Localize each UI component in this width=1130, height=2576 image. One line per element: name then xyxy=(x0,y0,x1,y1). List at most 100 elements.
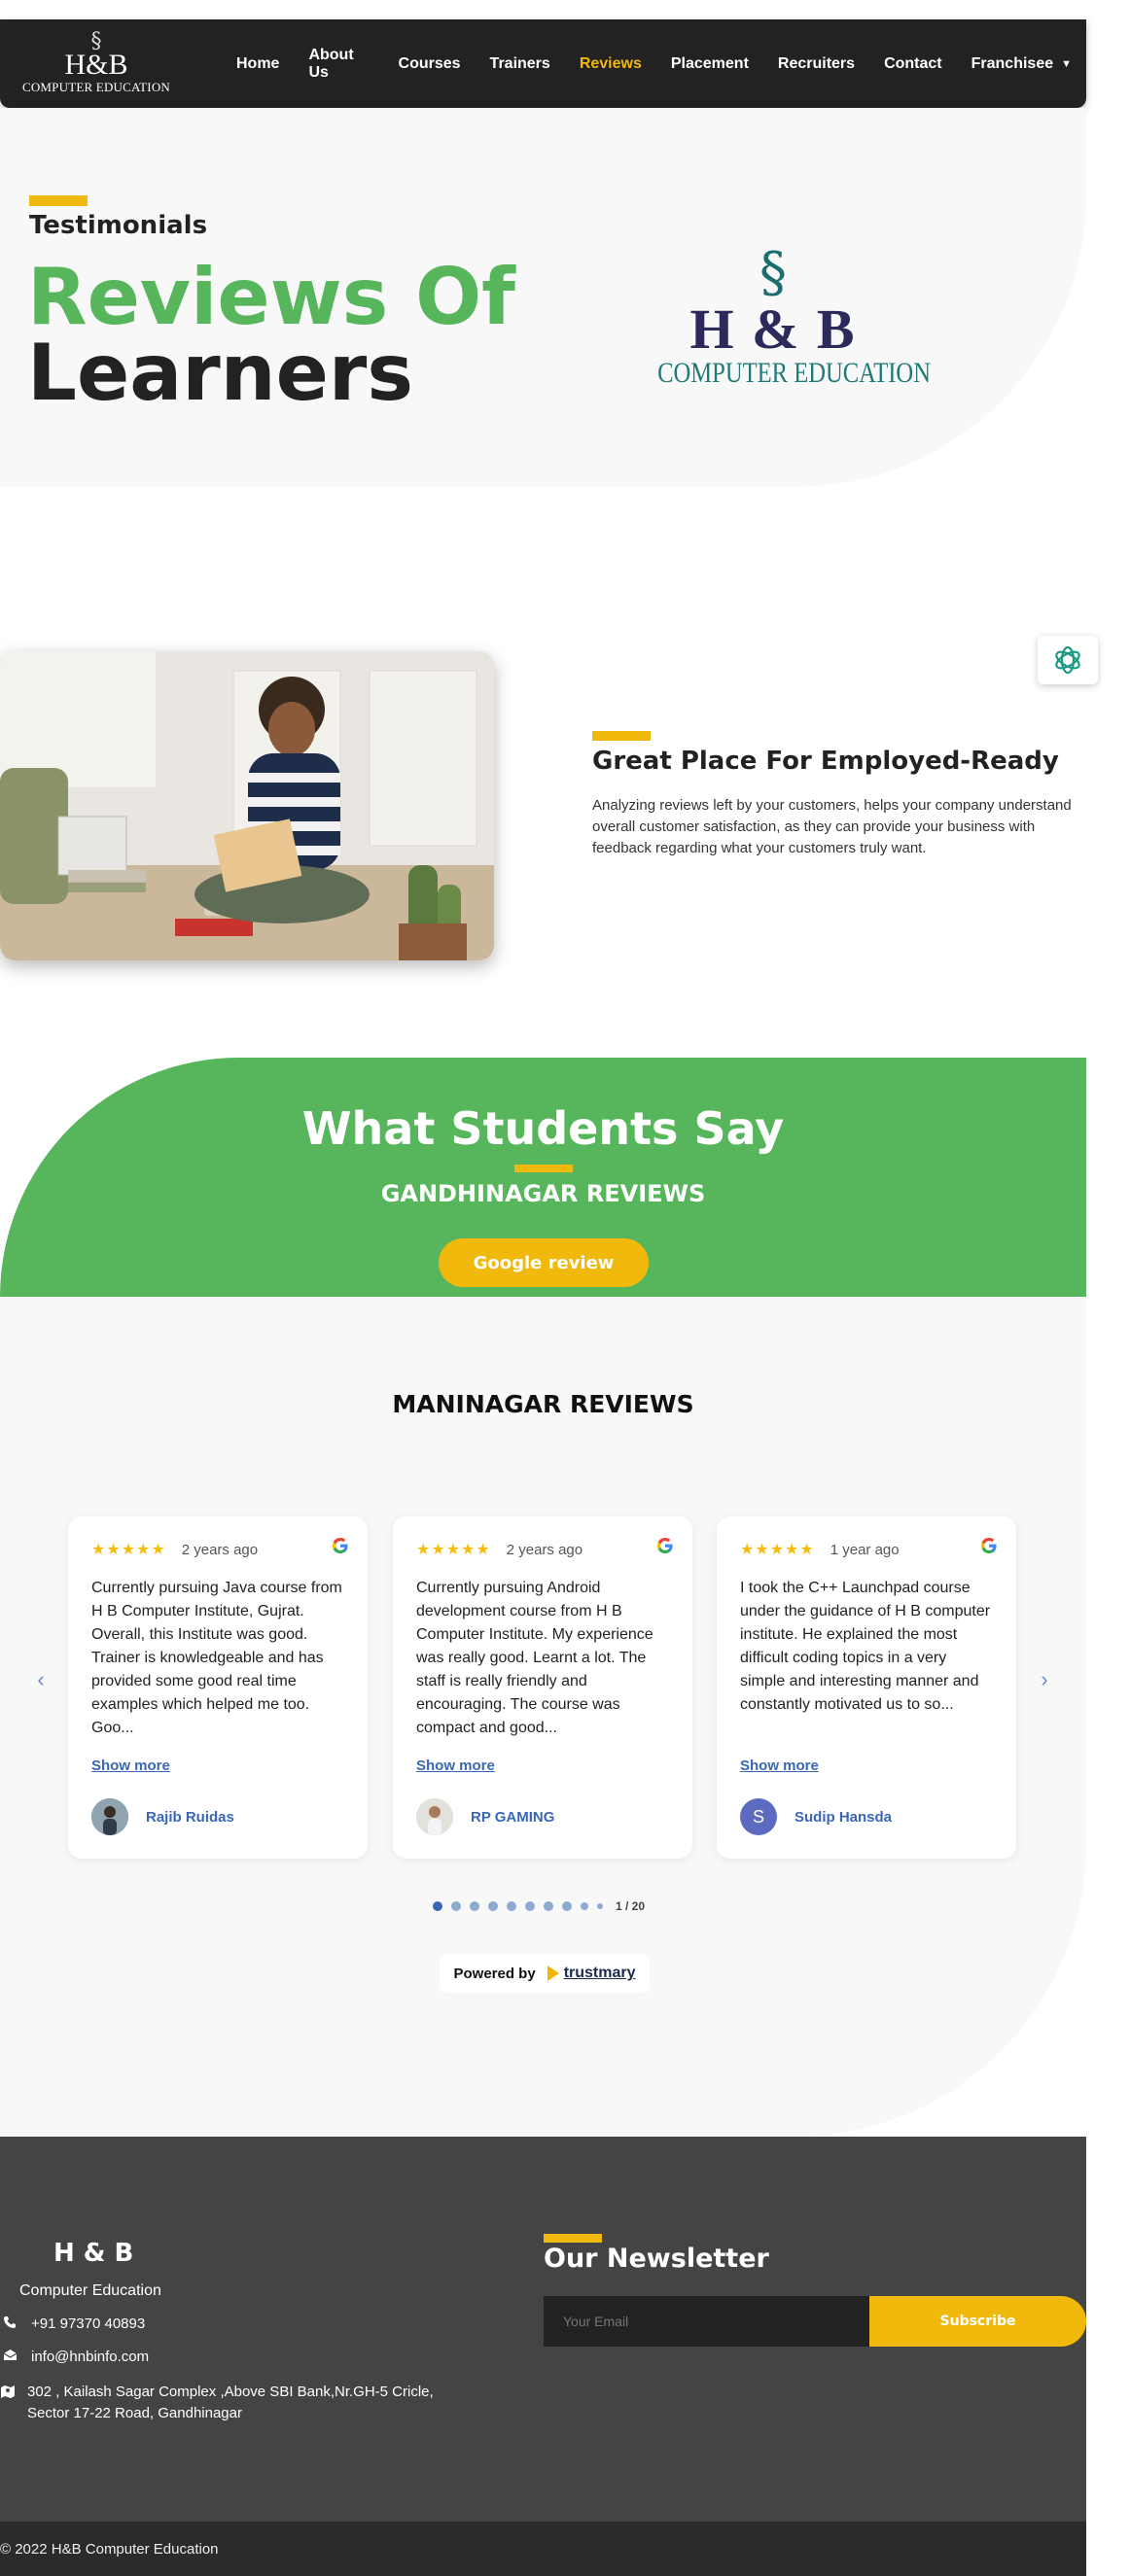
review-text: I took the C++ Launchpad course under th… xyxy=(740,1580,991,1713)
avatar xyxy=(416,1798,453,1835)
avatar-photo-icon xyxy=(416,1798,453,1835)
newsletter-email-input[interactable] xyxy=(544,2296,870,2347)
hero-logo-brand: H & B xyxy=(689,297,857,361)
nav-franchisee-label: Franchisee xyxy=(971,54,1054,72)
show-more-link[interactable]: Show more xyxy=(740,1758,819,1774)
logo-swirl-icon: § xyxy=(90,28,102,53)
subscribe-button[interactable]: Subscribe xyxy=(869,2296,1086,2347)
student-photo xyxy=(0,651,494,960)
trustmary-icon xyxy=(547,1966,559,1981)
nav-home[interactable]: Home xyxy=(222,47,294,82)
footer-address-text: 302 , Kailash Sagar Complex ,Above SBI B… xyxy=(27,2384,434,2421)
review-date: 2 years ago xyxy=(506,1541,583,1558)
footer-email-text: info@hnbinfo.com xyxy=(31,2349,150,2365)
pagination-dot[interactable] xyxy=(525,1901,535,1911)
carousel-pagination: 1 / 20 xyxy=(433,1899,645,1913)
page-counter: 1 / 20 xyxy=(616,1899,646,1913)
nav-trainers[interactable]: Trainers xyxy=(476,47,565,82)
envelope-icon xyxy=(0,2347,19,2361)
employed-accent-bar xyxy=(592,731,651,741)
newsletter-accent-bar xyxy=(544,2234,602,2243)
pagination-dot[interactable] xyxy=(562,1901,572,1911)
students-section: What Students Say GANDHINAGAR REVIEWS Go… xyxy=(0,1058,1086,1297)
nav-recruiters[interactable]: Recruiters xyxy=(763,47,869,82)
footer-phone[interactable]: +91 97370 40893 xyxy=(0,2314,145,2335)
carousel-next-arrow-icon[interactable]: › xyxy=(1033,1667,1056,1691)
powered-by-badge[interactable]: Powered by trustmary xyxy=(440,1954,650,1993)
review-card-header: ★★★★★ 2 years ago xyxy=(91,1536,344,1563)
star-rating-icon: ★★★★★ xyxy=(91,1542,166,1558)
pagination-dot[interactable] xyxy=(581,1902,588,1910)
avatar: S xyxy=(740,1798,777,1835)
footer-brand-sub: Computer Education xyxy=(19,2282,161,2299)
powered-by-label: Powered by xyxy=(453,1965,536,1982)
google-review-button[interactable]: Google review xyxy=(439,1238,649,1287)
author-name[interactable]: Rajib Ruidas xyxy=(146,1809,234,1826)
pagination-dot[interactable] xyxy=(433,1901,442,1911)
chatbot-button[interactable] xyxy=(1038,636,1098,684)
hero-logo: § H & B COMPUTER EDUCATION xyxy=(632,241,931,390)
nav-courses[interactable]: Courses xyxy=(384,47,476,82)
review-card-header: ★★★★★ 2 years ago xyxy=(416,1536,669,1563)
pagination-dot[interactable] xyxy=(597,1903,603,1909)
students-title: What Students Say xyxy=(301,1102,785,1155)
copyright-bar: © 2022 H&B Computer Education xyxy=(0,2522,1086,2576)
footer-email[interactable]: info@hnbinfo.com xyxy=(0,2347,149,2368)
google-icon xyxy=(657,1538,673,1553)
phone-icon xyxy=(0,2314,19,2329)
reviews-title: MANINAGAR REVIEWS xyxy=(392,1390,694,1418)
pagination-dot[interactable] xyxy=(470,1901,479,1911)
review-author: S Sudip Hansda xyxy=(740,1798,892,1835)
avatar xyxy=(91,1798,128,1835)
trustmary-label: trustmary xyxy=(563,1965,636,1981)
footer: H & B Computer Education +91 97370 40893… xyxy=(0,2137,1086,2522)
student-photo-illustration xyxy=(0,651,494,960)
navbar: § H&B COMPUTER EDUCATION Home About Us C… xyxy=(0,19,1086,108)
hero-title-line2: Learners xyxy=(27,328,413,418)
review-date: 2 years ago xyxy=(181,1541,259,1558)
employed-title: Great Place For Employed-Ready xyxy=(592,747,1059,776)
copyright-text: © 2022 H&B Computer Education xyxy=(0,2540,219,2558)
students-subtitle: GANDHINAGAR REVIEWS xyxy=(380,1180,706,1207)
google-icon xyxy=(981,1538,997,1553)
hero-logo-swirl-icon: § xyxy=(759,241,787,304)
avatar-photo-icon xyxy=(91,1798,128,1835)
pagination-dot[interactable] xyxy=(488,1901,498,1911)
review-card: ★★★★★ 2 years ago Currently pursuing Jav… xyxy=(68,1516,368,1859)
site-logo[interactable]: § H&B COMPUTER EDUCATION xyxy=(0,19,193,108)
pagination-dot[interactable] xyxy=(544,1901,553,1911)
star-rating-icon: ★★★★★ xyxy=(740,1542,815,1558)
author-name[interactable]: Sudip Hansda xyxy=(795,1809,892,1826)
openai-logo-icon xyxy=(1055,645,1080,675)
map-marker-icon xyxy=(0,2382,16,2398)
review-card-header: ★★★★★ 1 year ago xyxy=(740,1536,993,1563)
hero-accent-bar xyxy=(29,195,88,206)
logo-subtitle: COMPUTER EDUCATION xyxy=(21,79,170,94)
google-icon xyxy=(333,1538,348,1553)
review-author: Rajib Ruidas xyxy=(91,1798,234,1835)
trustmary-logo: trustmary xyxy=(546,1964,636,1983)
footer-brand: H & B xyxy=(53,2239,134,2268)
show-more-link[interactable]: Show more xyxy=(91,1758,170,1774)
chevron-down-icon: ▼ xyxy=(1061,57,1072,70)
show-more-link[interactable]: Show more xyxy=(416,1758,495,1774)
nav-contact[interactable]: Contact xyxy=(869,47,957,82)
students-accent-bar xyxy=(514,1165,573,1172)
star-rating-icon: ★★★★★ xyxy=(416,1542,491,1558)
nav-reviews[interactable]: Reviews xyxy=(565,47,656,82)
nav-placement[interactable]: Placement xyxy=(656,47,763,82)
nav-about-us[interactable]: About Us xyxy=(294,47,383,82)
author-name[interactable]: RP GAMING xyxy=(471,1809,554,1826)
hero-kicker: Testimonials xyxy=(29,211,208,240)
pagination-dot[interactable] xyxy=(507,1901,516,1911)
hero-section: Testimonials Reviews Of Learners § H & B… xyxy=(0,108,1086,487)
footer-address: 302 , Kailash Sagar Complex ,Above SBI B… xyxy=(0,2382,457,2424)
main-menu: Home About Us Courses Trainers Reviews P… xyxy=(222,47,1086,82)
review-text: Currently pursuing Android development c… xyxy=(416,1580,653,1736)
hero-logo-subtitle: COMPUTER EDUCATION xyxy=(657,357,931,389)
pagination-dot[interactable] xyxy=(451,1901,461,1911)
review-card: ★★★★★ 1 year ago I took the C++ Launchpa… xyxy=(717,1516,1016,1859)
nav-franchisee[interactable]: Franchisee ▼ xyxy=(957,47,1086,82)
review-author: RP GAMING xyxy=(416,1798,554,1835)
carousel-prev-arrow-icon[interactable]: ‹ xyxy=(29,1667,53,1691)
